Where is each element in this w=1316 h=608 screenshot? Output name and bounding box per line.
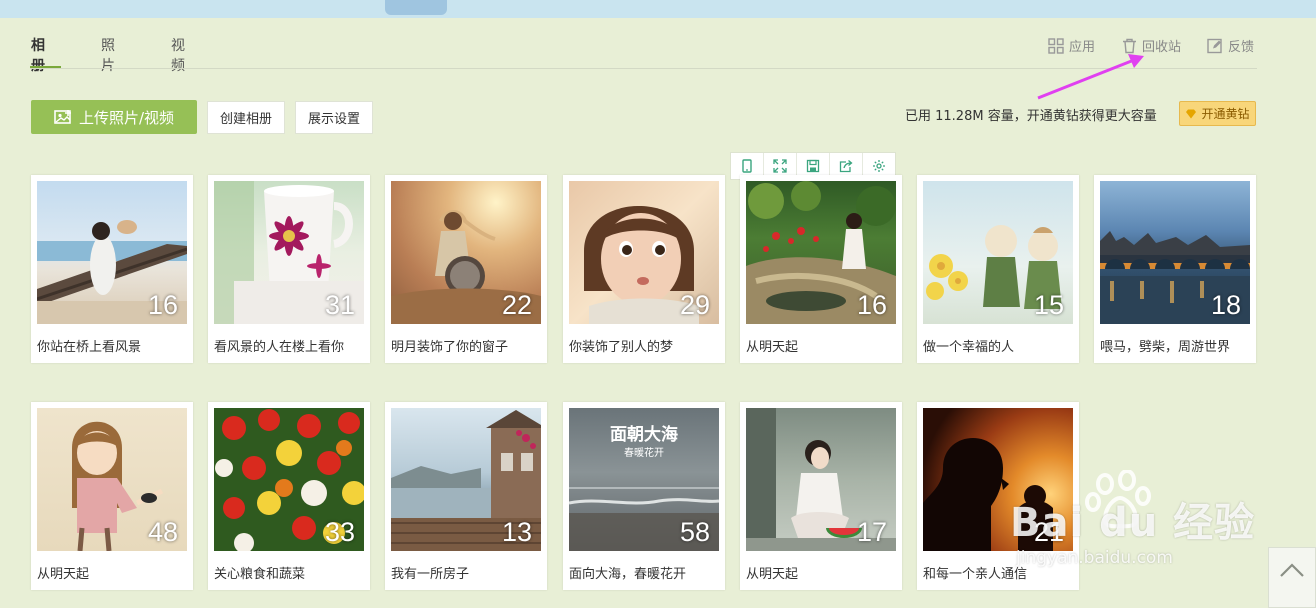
photo-count: 18: [1210, 290, 1241, 320]
diamond-icon: [1186, 109, 1197, 118]
photo-count: 16: [856, 290, 887, 320]
album-title: 关心粮食和蔬菜: [214, 567, 306, 582]
album-cover-image: 16: [746, 181, 896, 324]
tab-albums[interactable]: 相册: [31, 35, 45, 75]
album-title: 看风景的人在楼上看你: [214, 340, 345, 355]
album-title: 我有一所房子: [391, 567, 470, 582]
photo-count: 29: [679, 290, 710, 320]
edit-icon: [1207, 38, 1222, 53]
album-title: 从明天起: [37, 567, 90, 582]
album-card[interactable]: 31 看风景的人在楼上看你: [208, 175, 370, 363]
album-cover-image: 21: [923, 408, 1073, 551]
feedback-label: 反馈: [1228, 40, 1255, 55]
album-card[interactable]: 16 从明天起: [740, 175, 902, 363]
album-cover-image: 18: [1100, 181, 1250, 324]
photo-count: 22: [501, 290, 532, 320]
album-card[interactable]: 15 做一个幸福的人: [917, 175, 1079, 363]
album-cover-image: 15: [923, 181, 1073, 324]
storage-usage-text: 已用 11.28M 容量，开通黄钻获得更大容量: [905, 109, 1157, 124]
album-cover-image: 13: [391, 408, 541, 551]
yellow-diamond-label: 开通黄钻: [1201, 107, 1250, 121]
album-title: 从明天起: [746, 340, 799, 355]
phone-icon: [742, 159, 752, 173]
album-cover-image: 48: [37, 408, 187, 551]
photo-count: 16: [147, 290, 178, 320]
photo-count: 33: [324, 517, 355, 547]
album-title: 你站在桥上看风景: [37, 340, 142, 355]
tab-videos[interactable]: 视频: [171, 35, 185, 75]
album-card[interactable]: 29 你装饰了别人的梦: [563, 175, 725, 363]
photo-count: 58: [679, 517, 710, 547]
album-title: 和每一个亲人通信: [923, 567, 1028, 582]
album-title: 你装饰了别人的梦: [569, 340, 674, 355]
create-album-button[interactable]: 创建相册: [207, 101, 285, 134]
album-card[interactable]: 22 明月装饰了你的窗子: [385, 175, 547, 363]
fullscreen-icon: [773, 159, 787, 173]
album-card[interactable]: 18 喂马，劈柴，周游世界: [1094, 175, 1256, 363]
photo-count: 13: [501, 517, 532, 547]
album-cover-image: 17: [746, 408, 896, 551]
album-card[interactable]: 21 和每一个亲人通信: [917, 402, 1079, 590]
feedback-link[interactable]: 反馈: [1207, 36, 1254, 55]
album-title: 做一个幸福的人: [923, 340, 1015, 355]
photo-count: 48: [147, 517, 178, 547]
annotation-arrow: [1037, 54, 1144, 100]
album-card[interactable]: 33 关心粮食和蔬菜: [208, 402, 370, 590]
album-cover-image: 16: [37, 181, 187, 324]
banner-tab[interactable]: [385, 0, 447, 15]
settings-icon: [873, 160, 885, 172]
save-icon: [806, 159, 820, 173]
album-title: 明月装饰了你的窗子: [391, 340, 509, 355]
paw-icon: [1085, 470, 1151, 529]
album-cover-image: 面朝大海 春暖花开 58: [569, 408, 719, 551]
back-to-top-button[interactable]: [1268, 547, 1316, 608]
album-card[interactable]: 13 我有一所房子: [385, 402, 547, 590]
yellow-diamond-button[interactable]: 开通黄钻: [1179, 101, 1256, 126]
upload-button[interactable]: 上传照片/视频: [31, 100, 197, 134]
display-settings-button[interactable]: 展示设置: [295, 101, 373, 134]
upload-photo-icon: [54, 110, 71, 124]
share-icon: [839, 160, 853, 173]
photo-count: 21: [1033, 517, 1064, 547]
album-card[interactable]: 面朝大海 春暖花开 58 面向大海，春暖花开: [563, 402, 725, 590]
top-banner: [0, 0, 1316, 18]
album-title: 面向大海，春暖花开: [569, 567, 687, 582]
photo-count: 17: [856, 517, 887, 547]
chevron-up-icon: [1280, 563, 1304, 577]
upload-label: 上传照片/视频: [78, 108, 175, 127]
album-card[interactable]: 16 你站在桥上看风景: [31, 175, 193, 363]
album-card[interactable]: 17 从明天起: [740, 402, 902, 590]
album-cover-image: 31: [214, 181, 364, 324]
album-cover-image: 29: [569, 181, 719, 324]
tab-photos[interactable]: 照片: [101, 35, 115, 75]
album-cover-image: 33: [214, 408, 364, 551]
album-title: 喂马，劈柴，周游世界: [1100, 340, 1231, 355]
photo-count: 31: [324, 290, 355, 320]
album-cover-image: 22: [391, 181, 541, 324]
album-card[interactable]: 48 从明天起: [31, 402, 193, 590]
album-title: 从明天起: [746, 567, 799, 582]
photo-count: 15: [1033, 290, 1064, 320]
